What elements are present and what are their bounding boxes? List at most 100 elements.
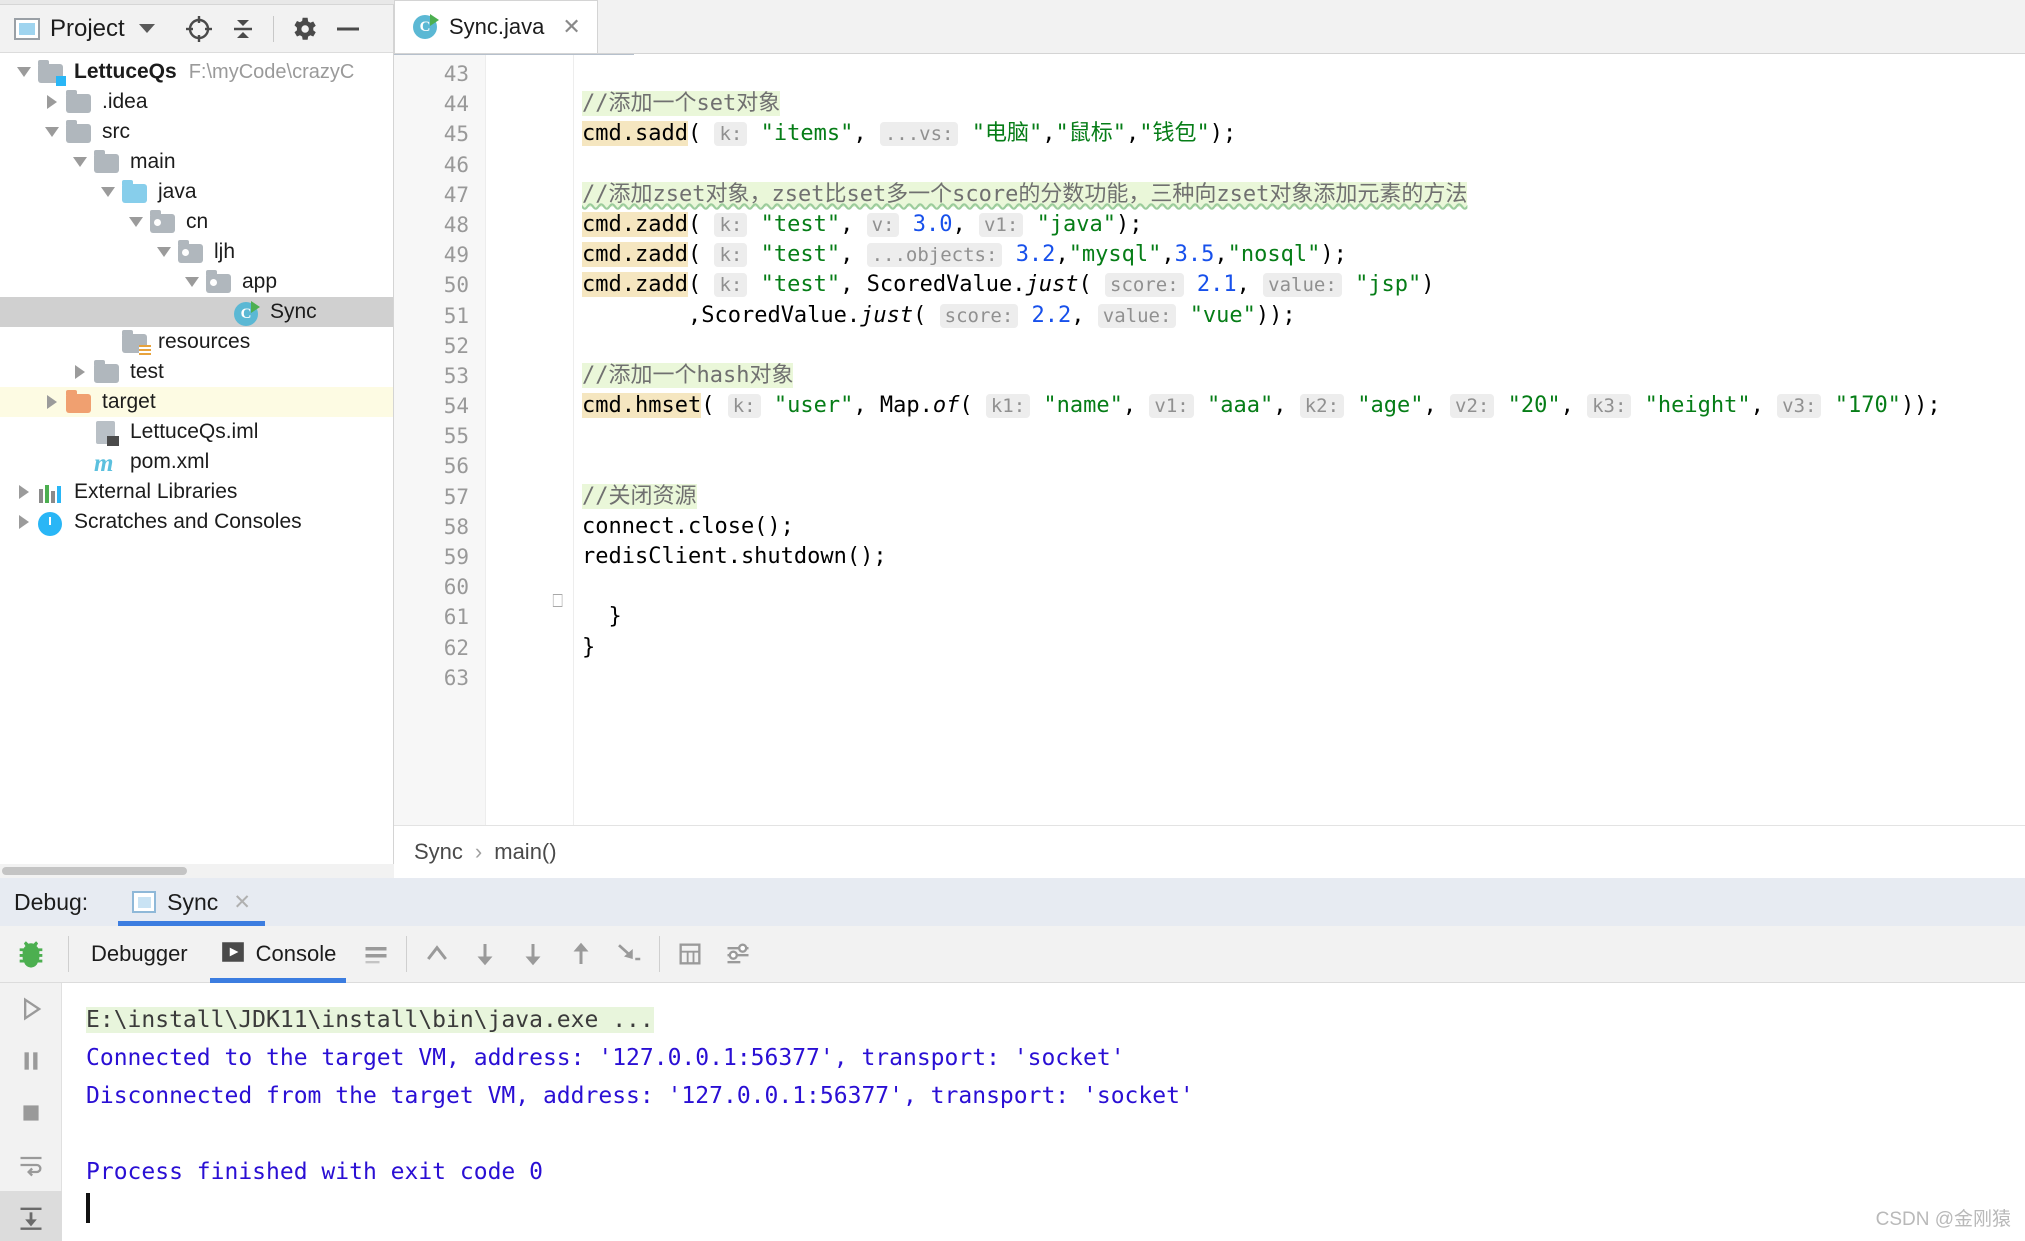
twisty-down-icon[interactable] <box>40 127 64 137</box>
tree-item-main[interactable]: main <box>0 147 393 177</box>
hide-icon[interactable] <box>326 9 370 49</box>
run-to-cursor-icon[interactable] <box>605 926 653 983</box>
tree-item-scratches-and-consoles[interactable]: Scratches and Consoles <box>0 507 393 537</box>
twisty-down-icon[interactable] <box>12 67 36 77</box>
tree-item-external-libraries[interactable]: External Libraries <box>0 477 393 507</box>
console-line-4: Process finished with exit code 0 <box>86 1153 2025 1191</box>
tree-item-app[interactable]: app <box>0 267 393 297</box>
soft-wrap-icon[interactable] <box>0 1139 62 1191</box>
tree-item-cn[interactable]: cn <box>0 207 393 237</box>
string-jsp: "jsp" <box>1355 272 1421 297</box>
twisty-down-icon[interactable] <box>96 187 120 197</box>
twisty-right-icon[interactable] <box>12 515 36 529</box>
settings-gear-icon[interactable] <box>282 9 326 49</box>
chevron-down-icon[interactable] <box>139 24 155 33</box>
tree-item-test[interactable]: test <box>0 357 393 387</box>
line-number-58: 58 <box>394 512 469 542</box>
tree-item-idea[interactable]: .idea <box>0 87 393 117</box>
run-config-icon <box>132 891 156 913</box>
twisty-right-icon[interactable] <box>12 485 36 499</box>
line-number-53: 53 <box>394 361 469 391</box>
type-scoredvalue: ScoredValue. <box>701 303 860 328</box>
line-number-50: 50 <box>394 270 469 300</box>
code-line-56 <box>582 451 2025 481</box>
toolbar-divider <box>273 16 274 42</box>
code-fold-icon[interactable]: ⎕ <box>552 591 563 612</box>
locate-icon[interactable] <box>177 9 221 49</box>
debug-session-tab[interactable]: Sync ✕ <box>118 878 265 926</box>
console-output[interactable]: E:\install\JDK11\install\bin\java.exe ..… <box>62 983 2025 1241</box>
tree-item-src[interactable]: src <box>0 117 393 147</box>
tab-debugger[interactable]: Debugger <box>75 926 204 983</box>
close-icon[interactable]: ✕ <box>562 14 580 40</box>
code-editor[interactable]: 4344454647484950515253545556575859606162… <box>394 55 2025 825</box>
force-step-into-icon[interactable] <box>557 926 605 983</box>
call-zadd: cmd.zadd <box>582 212 688 237</box>
code-line-62: } <box>582 633 2025 663</box>
closing-brace-method: } <box>609 604 622 629</box>
tree-item-ljh[interactable]: ljh <box>0 237 393 267</box>
breadcrumb-class[interactable]: Sync <box>414 839 463 865</box>
maven-icon: m <box>92 451 122 473</box>
tree-item-sync[interactable]: CSync <box>0 297 393 327</box>
code-line-59: redisClient.shutdown(); <box>582 542 2025 572</box>
project-panel-hscrollbar[interactable] <box>0 864 394 878</box>
twisty-down-icon[interactable] <box>180 277 204 287</box>
code-line-51: ,ScoredValue.just( score: 2.2, value: "v… <box>582 301 2025 331</box>
string-height: "height" <box>1645 393 1751 418</box>
twisty-down-icon[interactable] <box>152 247 176 257</box>
console-side-toolbar <box>0 983 62 1241</box>
line-number-51: 51 <box>394 301 469 331</box>
scroll-to-end-icon[interactable] <box>0 1191 62 1241</box>
step-into-icon[interactable] <box>509 926 557 983</box>
stop-icon[interactable] <box>0 1087 62 1139</box>
string-vue: "vue" <box>1190 303 1256 328</box>
project-window-icon <box>14 18 40 40</box>
string-mouse: "鼠标" <box>1055 121 1126 146</box>
step-out-icon[interactable] <box>413 926 461 983</box>
twisty-down-icon[interactable] <box>124 217 148 227</box>
code-line-47: //添加zset对象，zset比set多一个score的分数功能，三种向zset… <box>582 180 2025 210</box>
code-line-45: cmd.sadd( k: "items", ...vs: "电脑","鼠标","… <box>582 119 2025 149</box>
layout-icon[interactable] <box>352 926 400 983</box>
tree-item-label: External Libraries <box>74 480 237 504</box>
twisty-right-icon[interactable] <box>40 95 64 109</box>
editor-tab-sync-java[interactable]: C Sync.java ✕ <box>394 0 598 53</box>
toolbar-divider <box>406 936 407 972</box>
line-number-55: 55 <box>394 421 469 451</box>
step-over-icon[interactable] <box>461 926 509 983</box>
code-content[interactable]: //添加一个set对象 cmd.sadd( k: "items", ...vs:… <box>574 55 2025 825</box>
line-number-gutter: 4344454647484950515253545556575859606162… <box>394 55 486 825</box>
collapse-all-icon[interactable] <box>221 9 265 49</box>
comment-zset: //添加zset对象，zset比set多一个score的分数功能，三种向zset… <box>582 182 1467 207</box>
close-icon[interactable]: ✕ <box>233 890 251 915</box>
tree-item-target[interactable]: target <box>0 387 393 417</box>
tree-item-resources[interactable]: resources <box>0 327 393 357</box>
java-class-icon: C <box>413 15 437 39</box>
tree-item-pom-xml[interactable]: mpom.xml <box>0 447 393 477</box>
param-hint-k2: k2: <box>1300 394 1344 418</box>
settings-icon[interactable] <box>714 926 762 983</box>
tree-item-java[interactable]: java <box>0 177 393 207</box>
pause-icon[interactable] <box>0 1035 62 1087</box>
tree-item-label: Sync <box>270 300 317 324</box>
rerun-icon[interactable] <box>0 983 62 1035</box>
tree-item-label: ljh <box>214 240 235 264</box>
tree-item-path: F:\myCode\crazyC <box>189 61 355 84</box>
code-line-54: cmd.hmset( k: "user", Map.of( k1: "name"… <box>582 391 2025 421</box>
twisty-right-icon[interactable] <box>40 395 64 409</box>
tree-item-lettuceqs-iml[interactable]: LettuceQs.iml <box>0 417 393 447</box>
tree-item-lettuceqs[interactable]: LettuceQsF:\myCode\crazyC <box>0 57 393 87</box>
param-hint-score: score: <box>940 304 1019 328</box>
breadcrumb-method[interactable]: main() <box>494 839 556 865</box>
twisty-right-icon[interactable] <box>68 365 92 379</box>
editor-icon-gutter[interactable]: ⎕ <box>486 55 574 825</box>
debug-tool-window: Debug: Sync ✕ Debugger Console <box>0 878 2025 1241</box>
param-hint-k: k: <box>714 273 747 297</box>
evaluate-expression-icon[interactable] <box>666 926 714 983</box>
method-just: just <box>860 303 913 328</box>
tab-console[interactable]: Console <box>204 926 353 983</box>
twisty-down-icon[interactable] <box>68 157 92 167</box>
code-line-49: cmd.zadd( k: "test", ...objects: 3.2,"my… <box>582 240 2025 270</box>
tree-item-label: main <box>130 150 176 174</box>
